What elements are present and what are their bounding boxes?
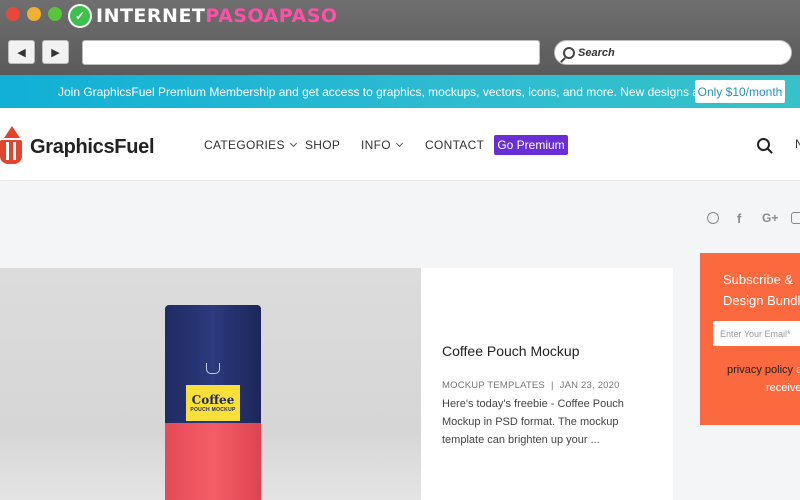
forward-button[interactable]: ▶ (42, 40, 69, 64)
address-bar[interactable] (82, 40, 540, 65)
pouch-label: Coffee POUCH MOCKUP (186, 385, 240, 421)
maximize-window-button[interactable] (48, 7, 62, 21)
post-title[interactable]: Coffee Pouch Mockup (442, 343, 580, 359)
search-icon (563, 46, 575, 59)
watermark-check-icon: ✓ (68, 4, 92, 28)
logo-text: GraphicsFuel (30, 135, 155, 158)
privacy-policy-link[interactable]: privacy policy (727, 364, 793, 376)
nav-contact[interactable]: CONTACT (425, 138, 484, 152)
main-content: f G+ Coffee POUCH MOCKUP Coffee Pouch Mo… (0, 181, 800, 500)
promo-banner: Join GraphicsFuel Premium Membership and… (0, 75, 800, 108)
post-excerpt: Here's today's freebie - Coffee Pouch Mo… (442, 398, 624, 446)
browser-search-input[interactable]: Search (554, 40, 792, 65)
post-category-link[interactable]: MOCKUP TEMPLATES (442, 380, 545, 391)
forward-arrow-icon: ▶ (51, 46, 60, 59)
back-arrow-icon: ◀ (17, 46, 26, 59)
nav-item-cut-off[interactable]: N (795, 137, 800, 151)
back-button[interactable]: ◀ (8, 40, 35, 64)
chevron-down-icon (289, 139, 297, 148)
instagram-icon[interactable] (791, 212, 800, 224)
browser-chrome: ✓ INTERNETPASOAPASO ◀ ▶ Search (0, 0, 800, 75)
close-window-button[interactable] (6, 7, 20, 21)
watermark-logo: ✓ INTERNETPASOAPASO (68, 3, 338, 29)
promo-text: Join GraphicsFuel Premium Membership and… (58, 84, 769, 99)
nav-info[interactable]: INFO (361, 138, 403, 152)
search-icon[interactable] (757, 138, 770, 151)
post-date: JAN 23, 2020 (559, 380, 620, 391)
pencil-logo-icon (0, 126, 24, 168)
nav-shop[interactable]: SHOP (305, 138, 340, 152)
minimize-window-button[interactable] (27, 7, 41, 21)
subscribe-notice: privacy policy ar receive (727, 364, 800, 394)
watermark-text: INTERNETPASOAPASO (96, 5, 338, 27)
coffee-pouch-image: Coffee POUCH MOCKUP (165, 305, 261, 500)
nav-categories[interactable]: CATEGORIES (204, 138, 297, 152)
email-field[interactable] (713, 321, 800, 346)
site-header: GraphicsFuel CATEGORIES SHOP INFO CONTAC… (0, 108, 800, 181)
membership-price-button[interactable]: Only $10/month (695, 80, 785, 103)
post-card: Coffee POUCH MOCKUP Coffee Pouch Mockup … (0, 268, 673, 500)
go-premium-button[interactable]: Go Premium (494, 135, 568, 155)
facebook-icon[interactable]: f (737, 211, 741, 226)
subscribe-title: Subscribe & Design Bundle (723, 272, 800, 308)
dribbble-icon[interactable] (707, 212, 719, 224)
subscribe-widget: Subscribe &Design Bundle privacy policy … (700, 253, 800, 425)
site-logo[interactable]: GraphicsFuel (0, 126, 155, 168)
search-placeholder: Search (578, 46, 615, 59)
post-meta: MOCKUP TEMPLATES | JAN 23, 2020 (442, 380, 620, 391)
google-plus-icon[interactable]: G+ (762, 211, 778, 225)
chevron-down-icon (395, 139, 403, 148)
coffee-cup-icon (206, 363, 220, 374)
post-thumbnail[interactable]: Coffee POUCH MOCKUP (0, 268, 421, 500)
